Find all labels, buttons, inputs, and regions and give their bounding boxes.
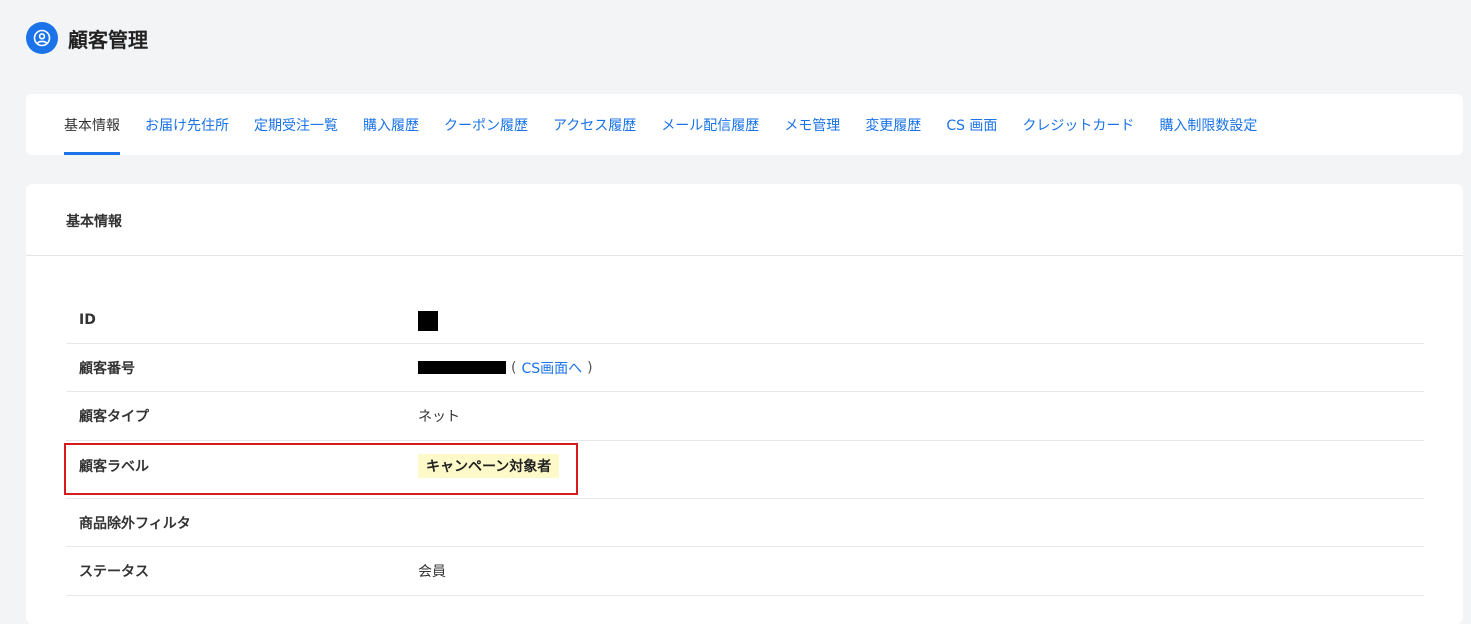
tab-change-history[interactable]: 変更履歴 [865,94,921,155]
tab-purchase-limit[interactable]: 購入制限数設定 [1159,94,1257,155]
tab-coupon-history[interactable]: クーポン履歴 [444,94,528,155]
section-title: 基本情報 [66,214,122,230]
page-title: 顧客管理 [68,27,148,52]
table-row-id: ID [66,296,1424,344]
tab-memo[interactable]: メモ管理 [784,94,840,155]
tab-bar: 基本情報 お届け先住所 定期受注一覧 購入履歴 クーポン履歴 アクセス履歴 メー… [64,94,1282,155]
user-circle-icon [26,22,58,54]
section-divider [26,255,1463,256]
row-label-customer-type: 顧客タイプ [79,409,149,425]
row-label-customer-label: 顧客ラベル [79,458,149,475]
table-row-customer-label: 顧客ラベル キャンペーン対象者 [64,441,1424,499]
tab-mail-history[interactable]: メール配信履歴 [661,94,759,155]
table-row-product-filter: 商品除外フィルタ [66,499,1424,547]
redacted-id [418,310,438,331]
tab-cs-screen[interactable]: CS 画面 [946,94,997,155]
row-value-id [418,309,438,331]
row-value-customer-type: ネット [418,409,460,425]
tab-credit-card[interactable]: クレジットカード [1022,94,1134,155]
tab-purchase-history[interactable]: 購入履歴 [363,94,419,155]
tab-basic-info[interactable]: 基本情報 [64,94,120,155]
page-header: 顧客管理 [26,22,148,54]
paren-open: ( [511,359,517,376]
row-value-status: 会員 [418,564,446,580]
row-label-id: ID [79,311,96,328]
row-value-customer-label: キャンペーン対象者 [418,453,560,478]
table-row-customer-number: 顧客番号 ( CS画面へ ) [66,344,1424,392]
paren-close: ) [587,359,593,376]
table-row-status: ステータス 会員 [66,547,1424,596]
tabs-card: 基本情報 お届け先住所 定期受注一覧 購入履歴 クーポン履歴 アクセス履歴 メー… [26,94,1463,155]
row-label-product-filter: 商品除外フィルタ [79,515,191,532]
cs-screen-link[interactable]: CS画面へ [521,358,582,378]
row-value-customer-number: ( CS画面へ ) [418,358,593,378]
info-table: ID 顧客番号 ( CS画面へ ) 顧客タイプ ネット 顧客ラベル キャンペーン… [64,296,1424,596]
tab-access-history[interactable]: アクセス履歴 [553,94,636,155]
tab-delivery-address[interactable]: お届け先住所 [145,94,229,155]
table-row-customer-type: 顧客タイプ ネット [66,392,1424,441]
content-card: 基本情報 ID 顧客番号 ( CS画面へ ) 顧客タイプ ネット 顧客ラベル キ [26,184,1463,624]
row-label-status: ステータス [79,564,149,580]
redacted-customer-number [418,361,506,374]
row-label-customer-number: 顧客番号 [79,360,135,377]
tab-subscription-orders[interactable]: 定期受注一覧 [254,94,338,155]
customer-label-badge: キャンペーン対象者 [418,453,560,478]
